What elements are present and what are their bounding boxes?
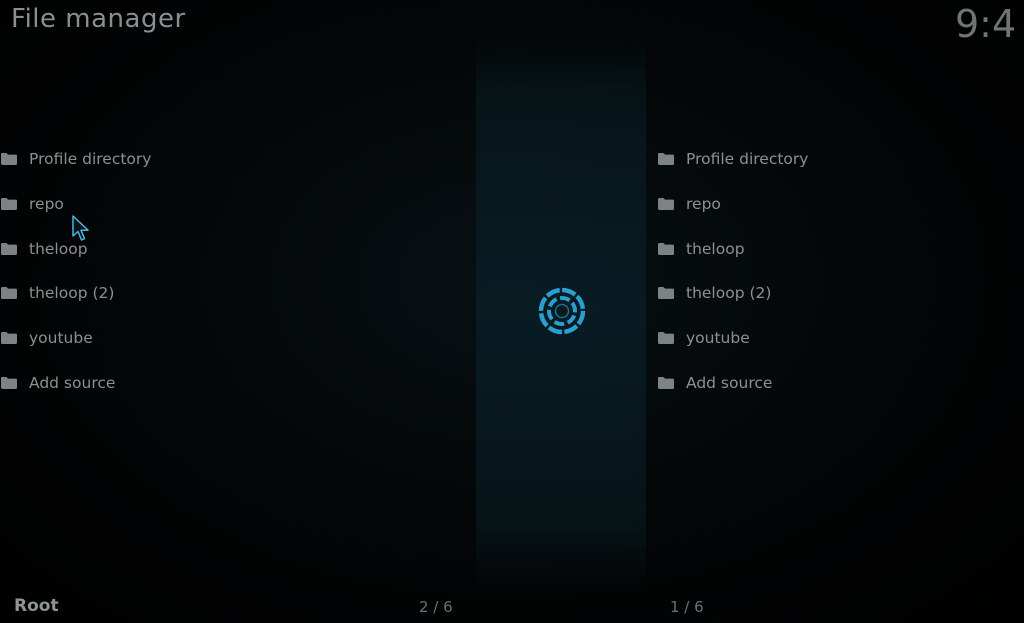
left-item-theloop[interactable]: theloop (0, 226, 300, 271)
folder-icon (1, 287, 17, 300)
loading-spinner-icon (538, 287, 586, 335)
folder-icon (658, 376, 674, 389)
list-item-label: repo (686, 195, 721, 214)
folder-icon (1, 153, 17, 166)
right-file-list: Profile directory repo theloop theloop (… (657, 137, 957, 405)
left-item-counter: 2 / 6 (419, 598, 453, 616)
folder-icon (1, 332, 17, 345)
clock: 9:4 (955, 2, 1017, 46)
left-item-add-source[interactable]: Add source (0, 360, 300, 405)
folder-icon (658, 153, 674, 166)
right-item-counter: 1 / 6 (670, 598, 704, 616)
folder-icon (658, 332, 674, 345)
page-title: File manager (11, 4, 186, 34)
list-item-label: repo (29, 195, 64, 214)
list-item-label: Profile directory (29, 150, 152, 169)
folder-icon (658, 242, 674, 255)
left-item-profile-directory[interactable]: Profile directory (0, 137, 300, 182)
left-item-repo[interactable]: repo (0, 182, 300, 227)
right-item-profile-directory[interactable]: Profile directory (657, 137, 957, 182)
folder-icon (658, 287, 674, 300)
file-manager-screen: File manager 9:4 Profile directory repo … (0, 0, 1024, 623)
left-item-theloop-2[interactable]: theloop (2) (0, 271, 300, 316)
list-item-label: Add source (686, 373, 773, 392)
list-item-label: theloop (2) (29, 284, 115, 303)
folder-icon (1, 198, 17, 211)
right-item-theloop-2[interactable]: theloop (2) (657, 271, 957, 316)
folder-icon (1, 242, 17, 255)
current-path: Root (14, 596, 59, 616)
list-item-label: youtube (29, 329, 93, 348)
list-item-label: youtube (686, 329, 750, 348)
left-file-list: Profile directory repo theloop theloop (… (0, 137, 300, 405)
right-item-youtube[interactable]: youtube (657, 316, 957, 361)
list-item-label: theloop (2) (686, 284, 772, 303)
list-item-label: Profile directory (686, 150, 809, 169)
folder-icon (1, 376, 17, 389)
mouse-pointer-icon (72, 215, 89, 241)
list-item-label: Add source (29, 373, 116, 392)
right-item-add-source[interactable]: Add source (657, 360, 957, 405)
right-item-repo[interactable]: repo (657, 182, 957, 227)
right-item-theloop[interactable]: theloop (657, 226, 957, 271)
folder-icon (658, 198, 674, 211)
left-item-youtube[interactable]: youtube (0, 316, 300, 361)
list-item-label: theloop (686, 239, 745, 258)
